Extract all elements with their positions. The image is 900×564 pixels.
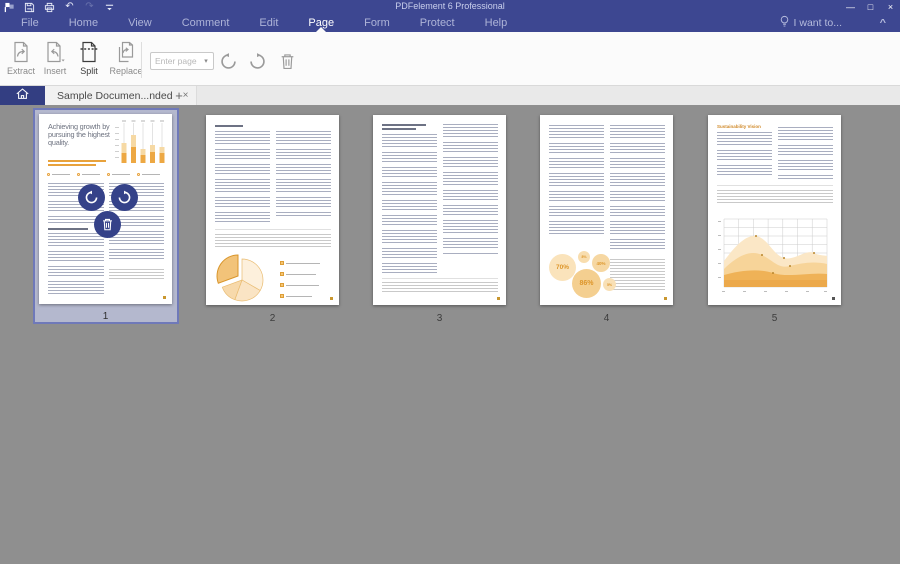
home-tab-button[interactable] — [0, 86, 45, 105]
minimize-button[interactable]: — — [845, 2, 856, 12]
i-want-to-label: I want to... — [793, 17, 842, 29]
page-1-bar-chart — [115, 119, 165, 174]
replace-label: Replace — [109, 66, 143, 76]
window-controls: — □ × — [845, 0, 896, 13]
page-4-number: 4 — [603, 313, 610, 324]
extract-button[interactable]: Extract — [4, 36, 38, 82]
extract-label: Extract — [6, 66, 35, 76]
menu-form[interactable]: Form — [349, 14, 405, 32]
page-ribbon: Extract Insert Split Replace Enter page … — [0, 32, 900, 86]
page-thumbnails-canvas: Achieving growth by pursuing the highest… — [0, 105, 900, 564]
page-2-number: 2 — [269, 313, 276, 324]
thumbnail-rotate-right-button[interactable] — [111, 184, 138, 211]
page-thumbnail-5[interactable]: Sustainability Vision — [708, 115, 841, 305]
window-title: PDFelement 6 Professional — [395, 1, 505, 11]
i-want-to-button[interactable]: I want to... — [779, 14, 842, 32]
thumbnail-delete-button[interactable] — [94, 211, 121, 238]
insert-label: Insert — [43, 66, 67, 76]
maximize-button[interactable]: □ — [865, 2, 876, 12]
page-5-number: 5 — [771, 313, 778, 324]
document-tab-bar: Sample Documen...nded × + — [0, 86, 900, 105]
collapse-ribbon-icon[interactable]: ^ — [880, 16, 886, 30]
extract-icon — [11, 40, 31, 64]
menu-file[interactable]: File — [6, 14, 54, 32]
lightbulb-icon — [779, 15, 790, 31]
menu-comment[interactable]: Comment — [167, 14, 245, 32]
menu-edit[interactable]: Edit — [244, 14, 293, 32]
split-button[interactable]: Split — [72, 36, 106, 82]
page-thumbnail-4[interactable]: 70% 8% 40% 86% 5% — [540, 115, 673, 305]
rotate-left-icon[interactable] — [218, 51, 238, 71]
menu-view[interactable]: View — [113, 14, 167, 32]
page-thumbnail-3[interactable] — [373, 115, 506, 305]
new-tab-icon[interactable]: + — [170, 86, 188, 105]
split-icon — [79, 40, 99, 64]
insert-button[interactable]: Insert — [38, 36, 72, 82]
page-2-pie-chart — [214, 251, 270, 305]
page-range-dropdown-icon[interactable]: ▾ — [199, 57, 213, 65]
page-tools-group: Extract Insert Split Replace — [4, 36, 146, 82]
page-range-input[interactable] — [151, 56, 199, 66]
pdfelement-window: ↶ ↷ PDFelement 6 Professional — □ × File… — [0, 0, 900, 564]
page-1-number: 1 — [102, 311, 109, 322]
thumbnail-rotate-left-button[interactable] — [78, 184, 105, 211]
menu-page[interactable]: Page — [293, 14, 349, 32]
title-bar: ↶ ↷ PDFelement 6 Professional — □ × — [0, 0, 900, 14]
menu-bar: File Home View Comment Edit Page Form Pr… — [6, 14, 522, 32]
split-label: Split — [80, 66, 98, 76]
page-1[interactable]: Achieving growth by pursuing the highest… — [39, 114, 172, 304]
home-icon — [15, 87, 30, 105]
page-range-combobox[interactable]: ▾ — [150, 52, 214, 70]
ribbon-separator — [141, 42, 142, 78]
menu-help[interactable]: Help — [470, 14, 523, 32]
replace-button[interactable]: Replace — [106, 36, 146, 82]
insert-icon — [44, 40, 66, 64]
replace-icon — [116, 40, 136, 64]
page-thumbnail-2[interactable] — [206, 115, 339, 305]
delete-page-icon[interactable] — [277, 51, 297, 71]
rotate-right-icon[interactable] — [247, 51, 267, 71]
page-5-area-chart — [718, 211, 831, 301]
menu-protect[interactable]: Protect — [405, 14, 470, 32]
page-thumbnail-1-selected[interactable]: Achieving growth by pursuing the highest… — [33, 108, 179, 324]
page-5-heading: Sustainability Vision — [717, 124, 761, 129]
app-header: ↶ ↷ PDFelement 6 Professional — □ × File… — [0, 0, 900, 32]
document-tab-label: Sample Documen...nded — [57, 89, 173, 102]
page-3-number: 3 — [436, 313, 443, 324]
page-1-title: Achieving growth by pursuing the highest… — [48, 122, 110, 147]
menu-home[interactable]: Home — [54, 14, 113, 32]
close-button[interactable]: × — [885, 2, 896, 12]
